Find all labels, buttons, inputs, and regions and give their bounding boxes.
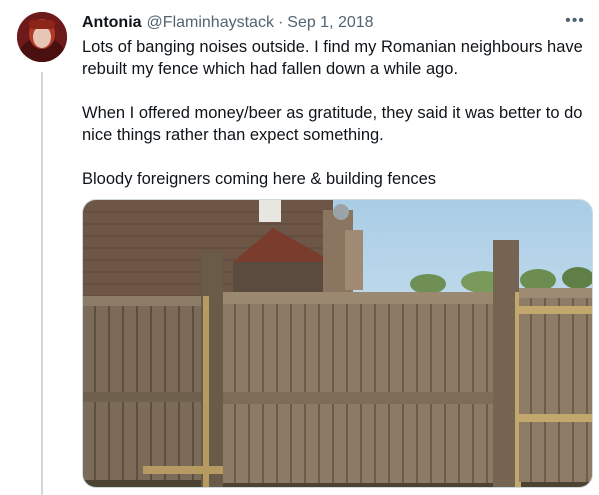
avatar[interactable] [17, 12, 67, 62]
photo-fence-garden-icon [83, 200, 592, 487]
profile-photo-icon [17, 12, 67, 62]
tweet-header: Antonia @Flaminhaystack · Sep 1, 2018 ••… [82, 12, 587, 34]
tweet-paragraph-1: Lots of banging noises outside. I find m… [82, 38, 583, 78]
author-handle[interactable]: @Flaminhaystack [147, 14, 274, 32]
tweet-photo[interactable] [82, 199, 593, 488]
tweet-date[interactable]: Sep 1, 2018 [287, 14, 373, 32]
author-name[interactable]: Antonia [82, 14, 142, 32]
thread-line [41, 72, 43, 495]
more-options-icon[interactable]: ••• [563, 12, 587, 34]
separator-dot: · [277, 14, 284, 31]
tweet-paragraph-3: Bloody foreigners coming here & building… [82, 170, 437, 188]
tweet-text: Lots of banging noises outside. I find m… [82, 36, 594, 190]
tweet-paragraph-2: When I offered money/beer as gratitude, … [82, 104, 583, 144]
